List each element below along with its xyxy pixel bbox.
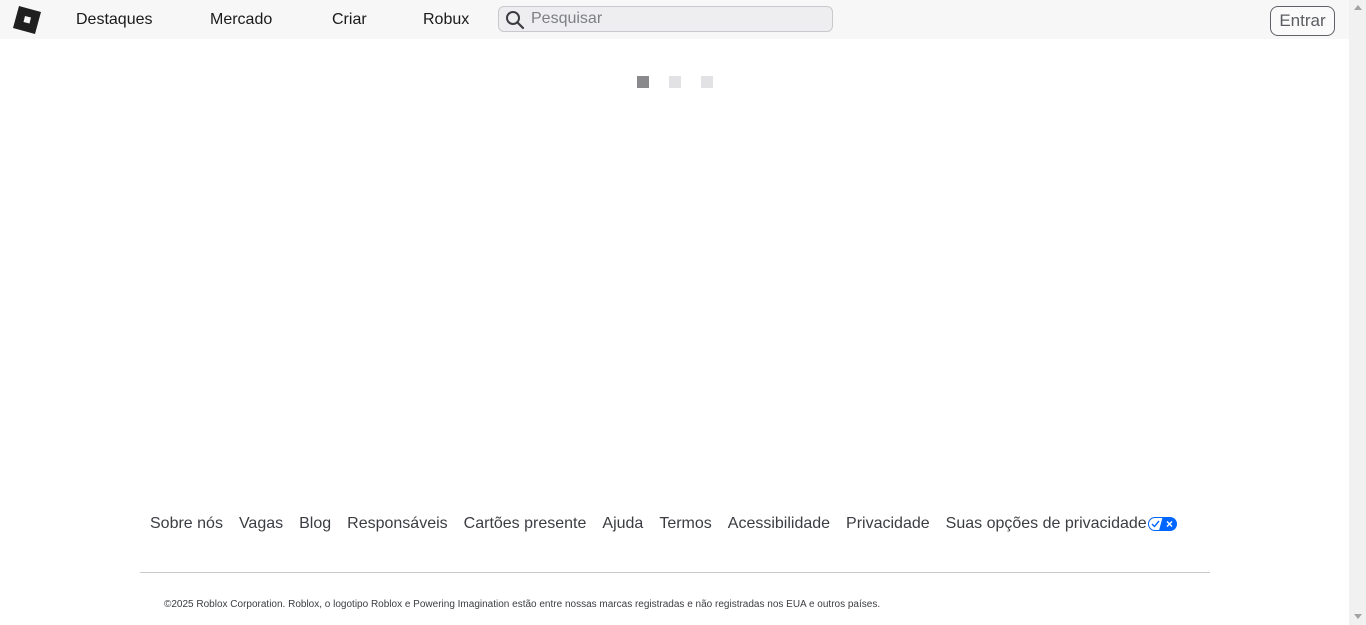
- login-button[interactable]: Entrar: [1270, 6, 1335, 36]
- privacy-options-toggle-icon[interactable]: [1147, 517, 1177, 531]
- search-icon: [505, 10, 525, 30]
- nav-robux[interactable]: Robux: [423, 11, 469, 29]
- nav-criar[interactable]: Criar: [332, 11, 367, 29]
- footer-link-privacidade[interactable]: Privacidade: [846, 515, 930, 533]
- footer-link-cartoes-presente[interactable]: Cartões presente: [464, 515, 587, 533]
- page: Destaques Mercado Criar Robux Entrar Sob…: [0, 0, 1366, 625]
- footer-link-responsaveis[interactable]: Responsáveis: [347, 515, 448, 533]
- footer-link-privacy-choices[interactable]: Suas opções de privacidade: [946, 515, 1147, 533]
- copyright-text: ©2025 Roblox Corporation. Roblox, o logo…: [164, 599, 881, 610]
- nav-mercado[interactable]: Mercado: [210, 11, 272, 29]
- loading-dot: [669, 76, 681, 88]
- loading-dot: [701, 76, 713, 88]
- vertical-scrollbar[interactable]: [1349, 0, 1366, 625]
- footer-links: Sobre nós Vagas Blog Responsáveis Cartõe…: [150, 514, 1177, 534]
- loading-dot: [637, 76, 649, 88]
- nav-destaques[interactable]: Destaques: [76, 11, 153, 29]
- footer-link-sobre-nos[interactable]: Sobre nós: [150, 515, 223, 533]
- footer-divider: [140, 572, 1210, 573]
- scroll-up-icon[interactable]: [1354, 5, 1362, 10]
- search-box[interactable]: [498, 6, 833, 32]
- footer-link-blog[interactable]: Blog: [299, 515, 331, 533]
- top-navigation-bar: Destaques Mercado Criar Robux Entrar: [0, 0, 1349, 39]
- roblox-logo-icon[interactable]: [13, 6, 41, 34]
- search-input[interactable]: [531, 7, 821, 31]
- footer-link-ajuda[interactable]: Ajuda: [602, 515, 643, 533]
- footer-link-termos[interactable]: Termos: [659, 515, 711, 533]
- footer-link-acessibilidade[interactable]: Acessibilidade: [728, 515, 830, 533]
- footer-link-vagas[interactable]: Vagas: [239, 515, 283, 533]
- scroll-down-icon[interactable]: [1354, 614, 1362, 619]
